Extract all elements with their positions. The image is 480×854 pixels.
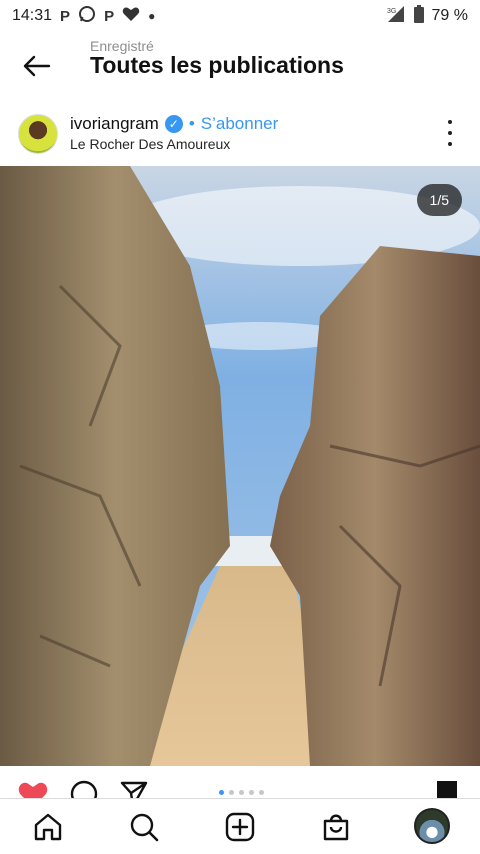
verified-badge-icon: ✓ — [164, 115, 183, 133]
p-icon: P — [60, 7, 71, 25]
screen: 14:31 P P ● 3G 79 % Enregistré Toutes le… — [0, 0, 480, 854]
action-row — [0, 766, 480, 798]
carousel-dot — [259, 790, 264, 795]
post-header: ivoriangram ✓ • S’abonner Le Rocher Des … — [0, 98, 480, 166]
like-button[interactable] — [18, 780, 48, 798]
page-title: Toutes les publications — [90, 52, 344, 78]
carousel-dot — [229, 790, 234, 795]
rock-beach-photo — [0, 166, 480, 766]
follow-button[interactable]: S’abonner — [201, 114, 279, 134]
save-button[interactable] — [436, 780, 458, 798]
post-image[interactable]: 1/5 — [0, 166, 480, 766]
header: Enregistré Toutes les publications — [0, 32, 480, 98]
username-row: ivoriangram ✓ • S’abonner — [70, 114, 278, 134]
share-icon — [120, 781, 148, 798]
home-icon — [34, 813, 62, 841]
more-dot — [448, 120, 452, 124]
arrow-left-icon — [23, 55, 51, 77]
bottom-nav — [0, 798, 480, 854]
whatsapp-icon — [78, 5, 96, 28]
p-icon: P — [104, 7, 115, 25]
more-notifications-icon: ● — [148, 9, 156, 23]
author-avatar[interactable] — [18, 114, 58, 154]
nav-shop[interactable] — [320, 811, 352, 843]
share-button[interactable] — [120, 780, 148, 798]
more-dot — [448, 131, 452, 135]
signal-icon: 3G — [386, 5, 406, 28]
more-dot — [448, 142, 452, 146]
username[interactable]: ivoriangram — [70, 114, 159, 134]
comment-button[interactable] — [70, 780, 98, 798]
network-type: 3G — [387, 8, 396, 15]
create-icon — [225, 812, 255, 842]
carousel-dot — [239, 790, 244, 795]
heart-icon — [18, 782, 48, 798]
carousel-dot — [219, 790, 224, 795]
search-icon — [130, 813, 159, 842]
carousel-indicator — [219, 790, 264, 795]
more-options-button[interactable] — [440, 120, 460, 146]
profile-avatar[interactable] — [414, 808, 450, 844]
status-left: 14:31 P P ● — [12, 5, 155, 28]
separator-dot: • — [188, 114, 195, 133]
status-right: 3G 79 % — [386, 4, 468, 28]
bookmark-icon — [437, 781, 457, 798]
back-button[interactable] — [16, 46, 56, 86]
heart-icon — [122, 6, 140, 27]
status-time: 14:31 — [12, 7, 53, 24]
comment-icon — [70, 780, 98, 798]
carousel-dot — [249, 790, 254, 795]
post-location[interactable]: Le Rocher Des Amoureux — [70, 136, 230, 152]
status-bar: 14:31 P P ● 3G 79 % — [0, 0, 480, 32]
nav-create[interactable] — [224, 811, 256, 843]
shop-icon — [323, 814, 349, 841]
battery-icon — [413, 4, 424, 28]
carousel-counter: 1/5 — [416, 184, 462, 216]
battery-level: 79 % — [431, 7, 468, 24]
nav-search[interactable] — [128, 811, 160, 843]
nav-home[interactable] — [32, 811, 64, 843]
